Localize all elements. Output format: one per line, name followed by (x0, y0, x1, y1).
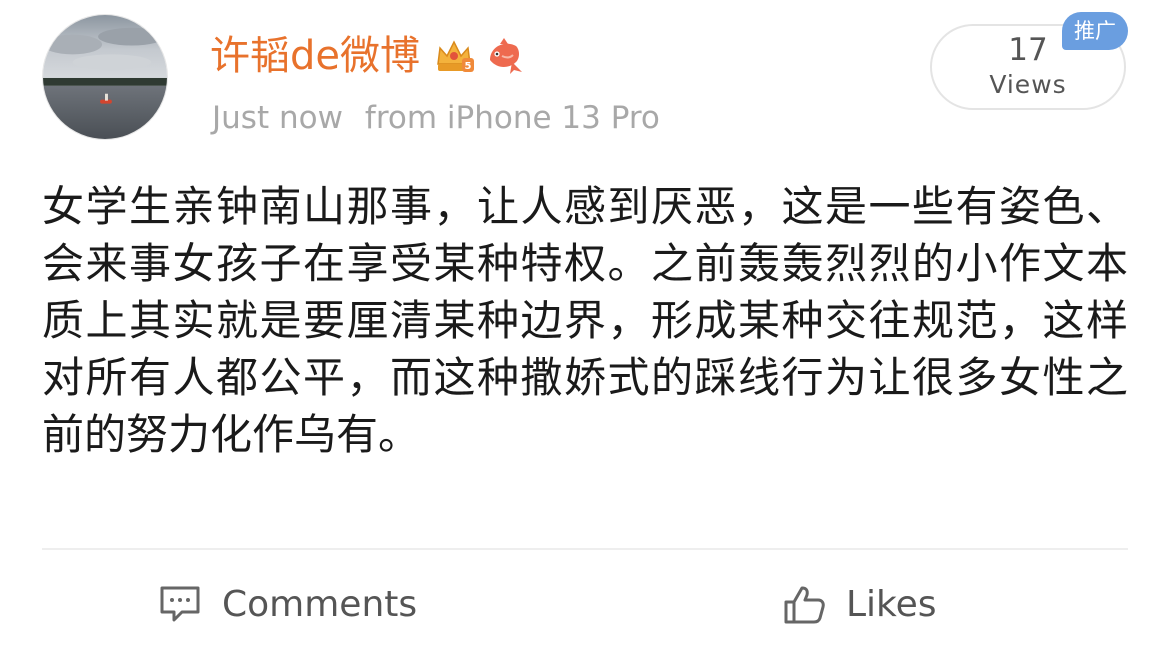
likes-label: Likes (846, 583, 937, 625)
promo-badge: 推广 (1062, 12, 1128, 50)
timestamp: Just now (212, 100, 343, 136)
likes-button[interactable]: Likes (780, 576, 937, 632)
avatar-lake-photo (43, 15, 167, 139)
divider (42, 548, 1128, 550)
username[interactable]: 许韬de微博 (210, 36, 420, 76)
post-source[interactable]: from iPhone 13 Pro (365, 100, 660, 136)
svg-text:5: 5 (465, 61, 472, 72)
avatar[interactable] (42, 14, 168, 140)
author-row: 许韬de微博 5 (210, 28, 526, 84)
post-body: 女学生亲钟南山那事，让人感到厌恶，这是一些有姿色、会来事女孩子在享受某种特权。之… (42, 182, 1128, 459)
crown-level-5-icon[interactable]: 5 (432, 34, 476, 78)
comments-label: Comments (222, 583, 418, 625)
thumbs-up-icon (780, 580, 828, 628)
post-meta: Just now from iPhone 13 Pro (212, 98, 660, 138)
comment-icon (156, 580, 204, 628)
views-label: Views (989, 70, 1067, 99)
comments-button[interactable]: Comments (156, 576, 417, 632)
koi-fish-icon[interactable] (482, 34, 526, 78)
